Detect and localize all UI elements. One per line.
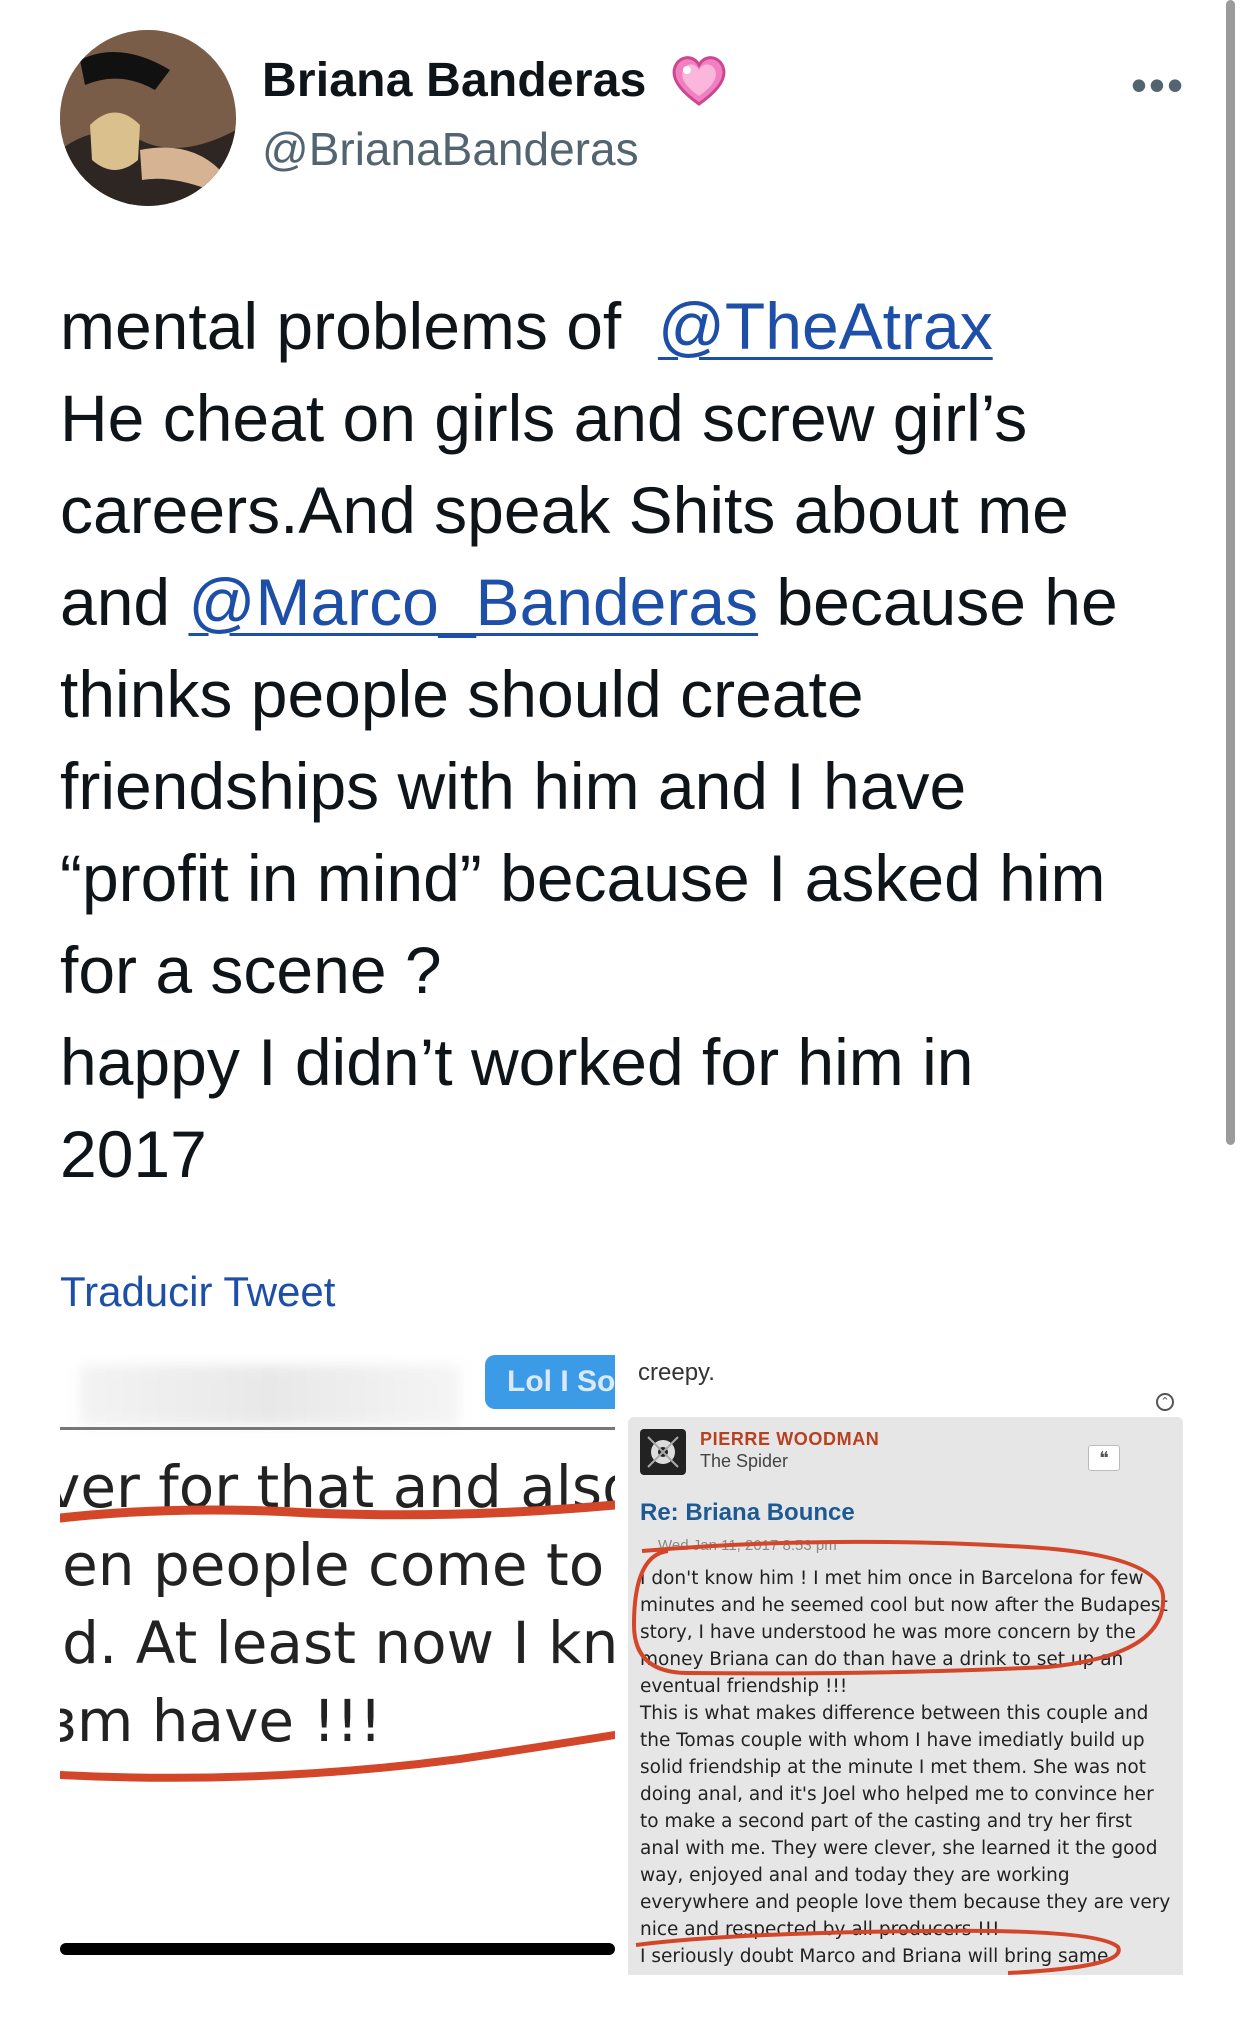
- user-handle[interactable]: @BrianaBanderas: [262, 122, 639, 176]
- tweet-line: thinks people should create: [60, 648, 1200, 740]
- forum-author-role: The Spider: [700, 1451, 789, 1471]
- blurred-text: [80, 1365, 460, 1425]
- tweet-line: for a scene ?: [60, 924, 1200, 1016]
- forum-author: PIERRE WOODMAN: [700, 1429, 880, 1449]
- post-line: story, I have understood he was more con…: [640, 1622, 1136, 1643]
- cropped-text-line: ɜm have !!!: [60, 1687, 383, 1755]
- forum-post-title: Re: Briana Bounce: [640, 1499, 855, 1526]
- tweet-text-segment: and: [60, 565, 189, 639]
- tweet-line: careers.And speak Shits about me: [60, 464, 1200, 556]
- quote-icon: ❝: [1088, 1445, 1120, 1471]
- tweet-line: happy I didn’t worked for him in: [60, 1016, 1200, 1108]
- post-line: way, enjoyed anal and today they are wor…: [640, 1865, 1070, 1886]
- tweet-text-segment: “profit in mind” because I asked him: [60, 841, 1106, 915]
- tweet-line: 2017: [60, 1108, 1200, 1200]
- scroll-up-icon: ⌃: [1156, 1393, 1174, 1411]
- chat-bubble: Lol I So: [485, 1355, 615, 1409]
- post-line: to make a second part of the casting and…: [640, 1811, 1132, 1832]
- mention-link[interactable]: @TheAtrax: [658, 289, 993, 363]
- video-progress-bar[interactable]: [60, 1943, 615, 1955]
- cropped-text-line: ıd. At least now I knov: [60, 1609, 615, 1677]
- post-line: solid friendship at the minute I met the…: [640, 1757, 1146, 1778]
- tweet-text-segment: 2017: [60, 1117, 207, 1191]
- tweet-text-segment: because he: [758, 565, 1118, 639]
- post-line: minutes and he seemed cool but now after…: [640, 1595, 1168, 1616]
- post-line: eventual friendship !!!: [640, 1676, 848, 1697]
- tweet-text: mental problems of @TheAtrax He cheat on…: [60, 280, 1200, 1200]
- scrollbar[interactable]: [1226, 0, 1235, 1145]
- post-line: This is what makes difference between th…: [640, 1703, 1149, 1724]
- forum-header-text: creepy.: [638, 1359, 715, 1386]
- media-image-right[interactable]: creepy. ⌃ PIERRE WOODMAN The Spider ❝ Re…: [628, 1355, 1183, 1975]
- avatar[interactable]: [60, 30, 236, 206]
- post-line: the Tomas couple with whom I have imedia…: [640, 1730, 1145, 1751]
- mention-link[interactable]: @Marco_Banderas: [188, 565, 758, 639]
- tweet-text-segment: careers.And speak Shits about me: [60, 473, 1069, 547]
- tweet-line: and @Marco_Banderas because he: [60, 556, 1200, 648]
- post-line: everywhere and people love them because …: [640, 1892, 1171, 1913]
- tweet-line: friendships with him and I have: [60, 740, 1200, 832]
- forum-post: PIERRE WOODMAN The Spider ❝ Re: Briana B…: [628, 1417, 1183, 1975]
- tweet-text-segment: He cheat on girls and screw girl’s: [60, 381, 1028, 455]
- display-name[interactable]: Briana Banderas: [262, 53, 647, 108]
- tweet-text-segment: thinks people should create: [60, 657, 864, 731]
- tweet-line: He cheat on girls and screw girl’s: [60, 372, 1200, 464]
- media-image-left[interactable]: Lol I So ver for that and also t ıen peo…: [60, 1355, 615, 1955]
- tweet-text-segment: happy I didn’t worked for him in: [60, 1025, 974, 1099]
- post-line: doing anal, and it's Joel who helped me …: [640, 1784, 1154, 1805]
- post-line: money Briana can do than have a drink to…: [640, 1649, 1124, 1670]
- tweet-text-segment: for a scene ?: [60, 933, 442, 1007]
- pink-heart-icon: [669, 50, 729, 110]
- tweet-text-segment: friendships with him and I have: [60, 749, 967, 823]
- post-line: I don't know him ! I met him once in Bar…: [640, 1568, 1144, 1589]
- translate-tweet-link[interactable]: Traducir Tweet: [60, 1268, 335, 1316]
- tweet-line: mental problems of @TheAtrax: [60, 280, 1200, 372]
- display-name-row[interactable]: Briana Banderas: [262, 50, 729, 110]
- cropped-text-line: ıen people come to yo: [60, 1531, 615, 1599]
- forum-post-date: Wed Jan 11, 2017 8:53 pm: [658, 1537, 837, 1554]
- avatar-photo: [60, 30, 236, 206]
- cropped-text-line: ver for that and also t: [60, 1453, 615, 1521]
- forum-avatar: [640, 1429, 686, 1475]
- divider: [60, 1427, 615, 1430]
- forum-post-body: I don't know him ! I met him once in Bar…: [640, 1565, 1171, 1970]
- post-line: nice and respected by all producers !!!: [640, 1919, 1000, 1940]
- post-line: anal with me. They were clever, she lear…: [640, 1838, 1158, 1859]
- more-options-icon[interactable]: •••: [1130, 59, 1186, 111]
- post-line: I seriously doubt Marco and Briana will …: [640, 1946, 1109, 1967]
- tweet-line: “profit in mind” because I asked him: [60, 832, 1200, 924]
- tweet-text-segment: mental problems of: [60, 289, 658, 363]
